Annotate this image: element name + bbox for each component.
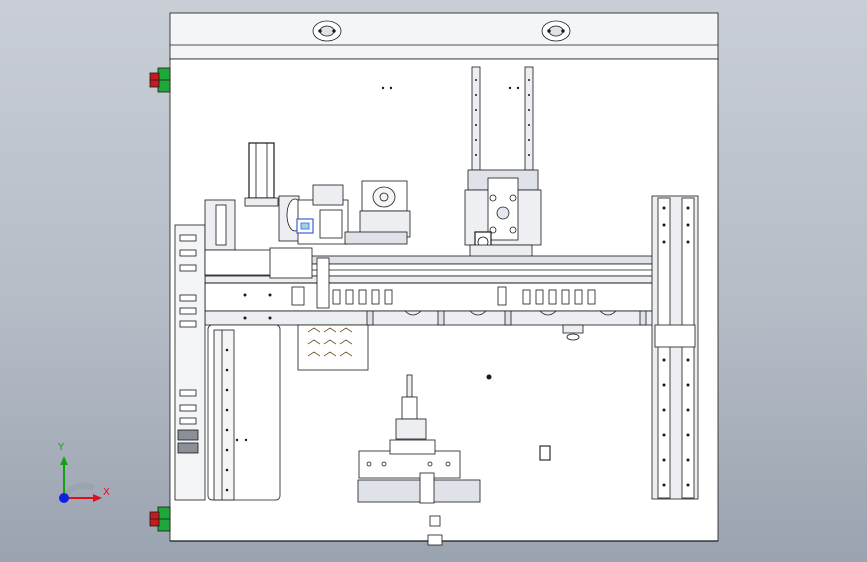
cad-viewport[interactable]: Y X xyxy=(0,0,867,562)
machine-drawing xyxy=(59,12,719,546)
mushroom-button-icon[interactable] xyxy=(149,67,171,93)
mushroom-button-icon[interactable] xyxy=(149,506,171,532)
eyebolt-right xyxy=(541,20,571,42)
servo-motor xyxy=(244,142,279,207)
eyebolt-left xyxy=(312,20,342,42)
triad-x-label: X xyxy=(103,487,110,498)
coordinate-triad-icon xyxy=(59,456,102,503)
triad-y-label: Y xyxy=(58,442,65,453)
y-axis-right-rail xyxy=(651,195,699,500)
top-cover-plate xyxy=(169,12,719,60)
cable-chain xyxy=(297,324,369,371)
